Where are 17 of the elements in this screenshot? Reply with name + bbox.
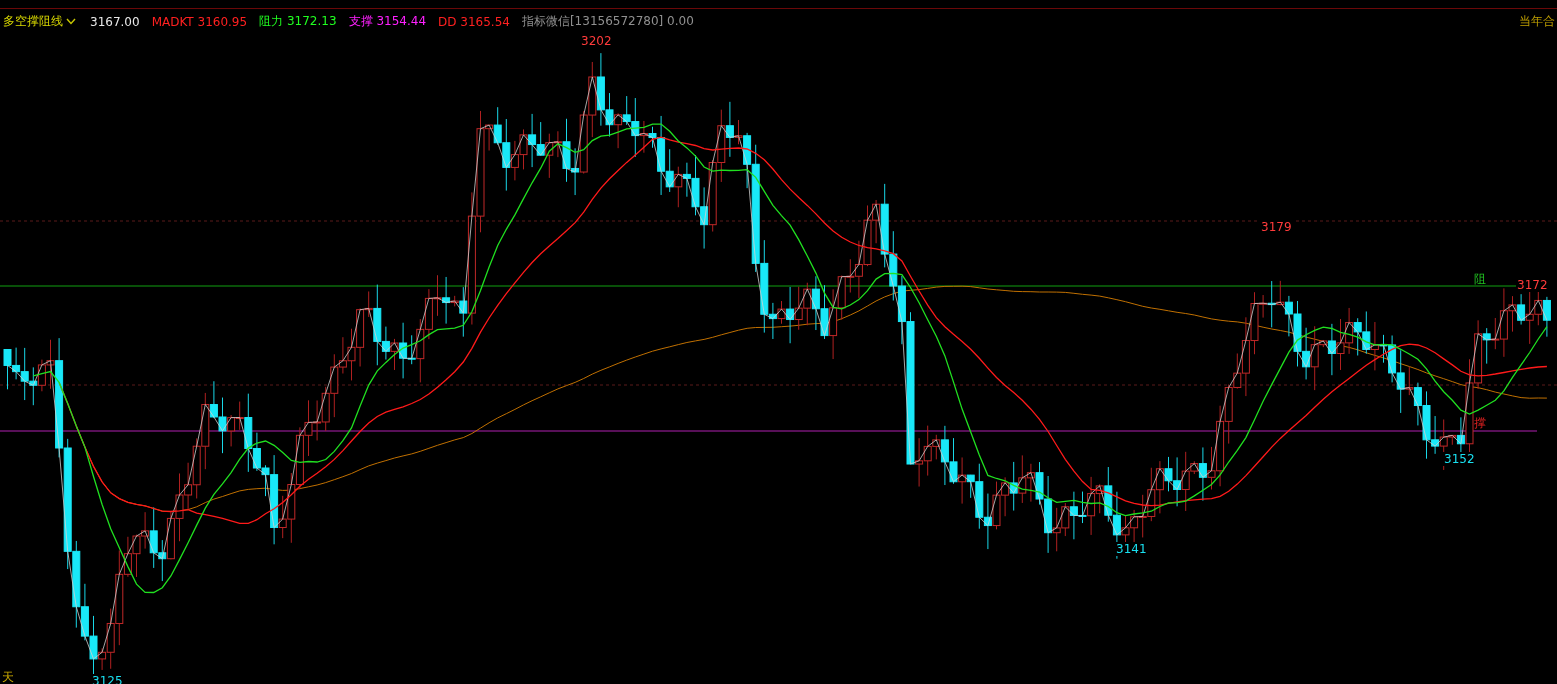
close-price: 3167.00 — [90, 14, 140, 29]
indicator-value: 阻力 3172.13 — [259, 13, 337, 30]
price-label: 3202 — [580, 34, 613, 48]
period-note: 天 — [2, 670, 14, 684]
indicator-value: DD 3165.54 — [438, 14, 510, 29]
chevron-down-icon[interactable] — [66, 18, 76, 25]
level-marker: 阻 — [1474, 272, 1486, 286]
price-label: 3152 — [1443, 452, 1476, 466]
contact-text: 指标微信[13156572780] 0.00 — [521, 13, 694, 30]
indicator-value: MADKT 3160.95 — [151, 14, 248, 29]
price-label: 3141 — [1115, 542, 1148, 556]
indicator-value: 支撑 3154.44 — [348, 13, 426, 30]
contract-note: 当年合 — [1519, 13, 1556, 30]
price-label: 3179 — [1260, 220, 1293, 234]
indicator-name[interactable]: 多空撑阻线 — [3, 13, 63, 30]
price-label: 3172 — [1516, 278, 1549, 292]
level-marker: 撑 — [1474, 416, 1486, 430]
